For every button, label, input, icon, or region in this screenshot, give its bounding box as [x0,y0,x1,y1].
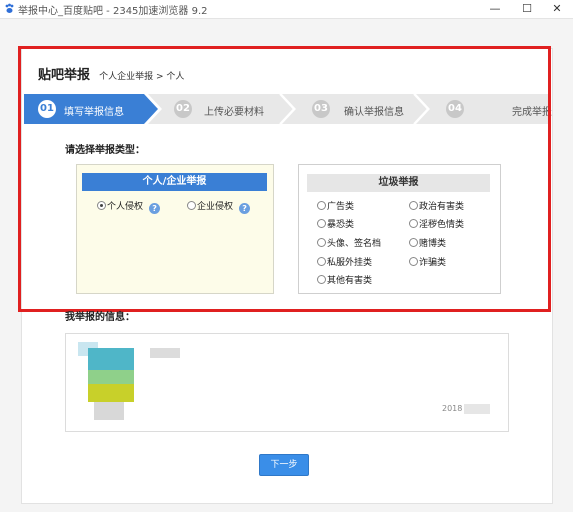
radio-unselected-icon[interactable] [409,201,418,210]
report-type-prompt: 请选择举报类型： [65,145,145,156]
option-enterprise-infringement[interactable]: 企业侵权? [187,199,251,214]
radio-unselected-icon[interactable] [409,238,418,247]
maximize-button[interactable]: ☐ [511,0,543,18]
option-terror-label: 暴恐类 [327,220,355,230]
option-other-label: 其他有害类 [327,276,373,286]
minimize-button[interactable]: — [479,0,511,18]
option-political-label: 政治有害类 [419,202,465,212]
step-1-number: 01 [38,100,56,118]
step-2: 02 上传必要材料 [148,94,294,124]
option-porn[interactable]: 淫秽色情类 [409,217,464,230]
option-fraud[interactable]: 诈骗类 [409,255,446,268]
option-private-server-label: 私服外挂类 [327,258,373,268]
step-1-label: 填写举报信息 [64,107,124,118]
breadcrumb: 个人企业举报 > 个人 [99,72,185,82]
browser-titlebar: 举报中心_百度贴吧 - 2345加速浏览器 9.2 — ☐ ✕ [0,0,573,19]
radio-unselected-icon[interactable] [409,257,418,266]
step-2-number: 02 [174,100,192,118]
option-enterprise-label: 企业侵权 [197,202,234,212]
option-personal-label: 个人侵权 [107,202,144,212]
radio-unselected-icon[interactable] [317,219,326,228]
option-other-harmful[interactable]: 其他有害类 [317,273,372,286]
step-3: 03 确认举报信息 [282,94,428,124]
option-political[interactable]: 政治有害类 [409,199,464,212]
option-terror[interactable]: 暴恐类 [317,217,354,230]
radio-selected-icon[interactable] [97,201,106,210]
close-button[interactable]: ✕ [541,0,573,18]
radio-unselected-icon[interactable] [317,257,326,266]
spam-report-box: 垃圾举报 广告类 政治有害类 暴恐类 淫秽色情类 头像、签名档 赌博类 私服外挂… [298,164,501,294]
page-heading: 贴吧举报 个人企业举报 > 个人 [38,64,184,83]
info-date: 2018 [442,404,463,413]
personal-report-header: 个人/企业举报 [82,173,267,191]
option-ad[interactable]: 广告类 [317,199,354,212]
window-title: 举报中心_百度贴吧 - 2345加速浏览器 9.2 [18,6,208,17]
option-fraud-label: 诈骗类 [419,258,447,268]
option-ad-label: 广告类 [327,202,355,212]
option-personal-infringement[interactable]: 个人侵权? [97,199,161,214]
step-4-label: 完成举报 [512,107,552,118]
radio-unselected-icon[interactable] [409,219,418,228]
spam-report-header: 垃圾举报 [307,174,490,192]
option-gambling-label: 赌博类 [419,239,447,249]
blurred-avatar-image [78,342,180,420]
step-4-number: 04 [446,100,464,118]
option-porn-label: 淫秽色情类 [419,220,465,230]
my-info-label: 我举报的信息： [65,312,135,323]
step-1: 01 填写举报信息 [24,94,158,124]
step-3-label: 确认举报信息 [344,107,404,118]
radio-unselected-icon[interactable] [317,238,326,247]
option-avatar-signature[interactable]: 头像、签名档 [317,236,381,249]
personal-report-box: 个人/企业举报 个人侵权? 企业侵权? [76,164,274,294]
step-4: 04 完成举报 [416,94,552,124]
help-icon[interactable]: ? [149,203,161,214]
option-gambling[interactable]: 赌博类 [409,236,446,249]
radio-unselected-icon[interactable] [187,201,196,210]
baidu-paw-icon [5,3,14,13]
page-title: 贴吧举报 [38,68,91,83]
option-avatar-label: 头像、签名档 [327,239,382,249]
radio-unselected-icon[interactable] [317,201,326,210]
radio-unselected-icon[interactable] [317,275,326,284]
blurred-date-suffix [464,404,490,414]
next-step-button[interactable]: 下一步 [259,454,309,476]
help-icon[interactable]: ? [239,203,251,214]
step-2-label: 上传必要材料 [204,107,264,118]
option-private-server[interactable]: 私服外挂类 [317,255,372,268]
reported-info-box: 2018 [65,333,509,432]
steps-bar: 01 填写举报信息 02 上传必要材料 03 确认举报信息 04 完成举报 [24,94,552,124]
step-3-number: 03 [312,100,330,118]
